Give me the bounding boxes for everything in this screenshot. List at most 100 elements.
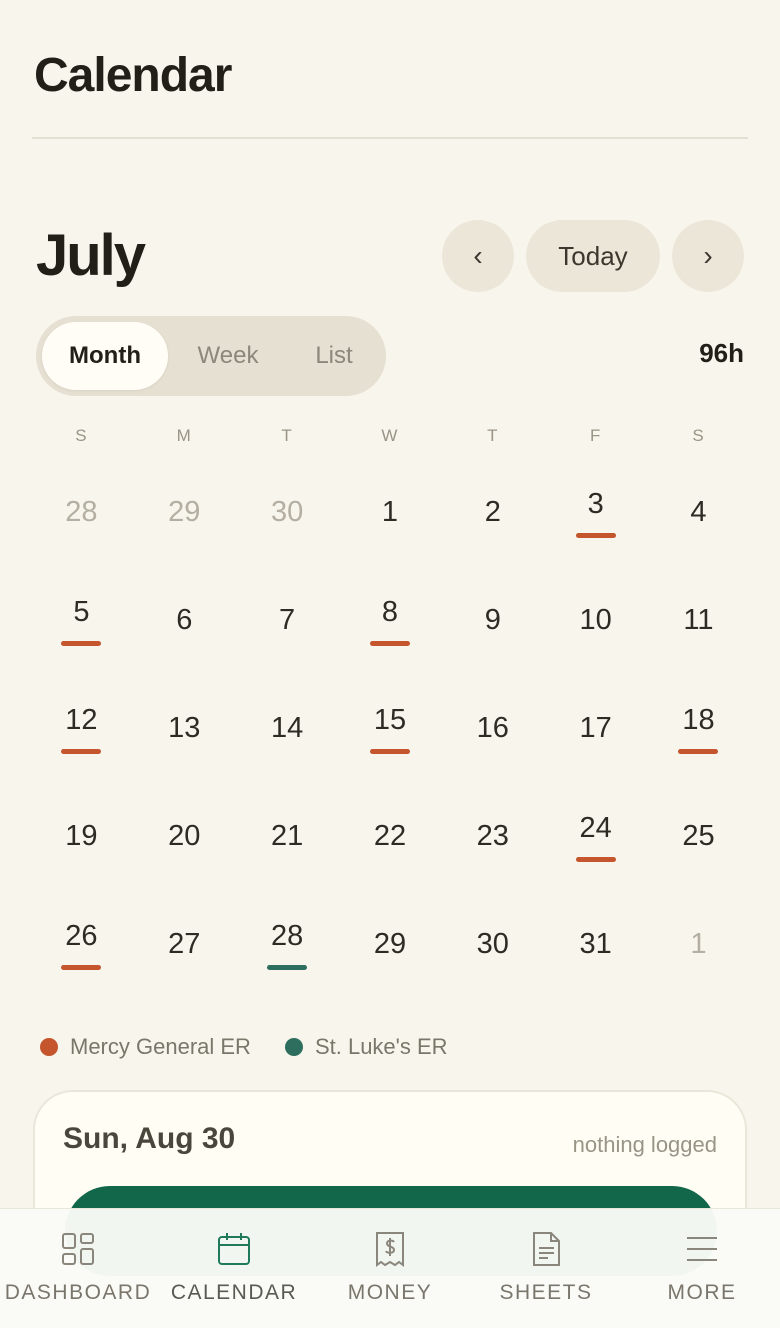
day-number: 6 <box>176 604 193 636</box>
weekday-label: T <box>487 426 499 445</box>
day-number: 28 <box>65 496 98 528</box>
page-title: Calendar <box>34 49 232 102</box>
nav-more[interactable]: MORE <box>624 1209 780 1328</box>
calendar-day[interactable]: 26 <box>30 892 133 1000</box>
calendar-day[interactable]: 28 <box>30 460 133 568</box>
nav-label: DASHBOARD <box>4 1281 152 1304</box>
weekday-label: M <box>176 426 192 445</box>
legend-item-stlukes: St. Luke's ER <box>284 1034 448 1060</box>
view-week-tab[interactable]: Week <box>168 322 288 390</box>
calendar-day[interactable]: 24 <box>544 784 647 892</box>
calendar-day[interactable]: 29 <box>133 460 236 568</box>
calendar-day[interactable]: 3 <box>544 460 647 568</box>
calendar-day[interactable]: 18 <box>647 676 750 784</box>
nav-dashboard[interactable]: DASHBOARD <box>0 1209 156 1328</box>
shift-marker <box>575 857 616 862</box>
calendar-day[interactable]: 29 <box>339 892 442 1000</box>
shift-marker <box>61 749 102 754</box>
calendar-day[interactable]: 30 <box>441 892 544 1000</box>
view-toggle: Month Week List <box>36 316 386 396</box>
day-number: 18 <box>682 704 715 736</box>
bottom-nav: DASHBOARD CALENDAR MONEY SHEETS MORE <box>0 1208 780 1328</box>
day-number: 19 <box>65 820 98 852</box>
nav-label: SHEETS <box>499 1281 593 1304</box>
calendar-day[interactable]: 16 <box>441 676 544 784</box>
week-row: 12 13 14 15 16 17 18 <box>30 676 750 784</box>
shift-marker <box>369 749 410 754</box>
log-status: nothing logged <box>572 1132 717 1157</box>
legend: Mercy General ER St. Luke's ER <box>40 1034 482 1060</box>
dashboard-icon <box>62 1233 94 1265</box>
shift-marker <box>61 641 102 646</box>
view-month-tab[interactable]: Month <box>42 322 168 390</box>
next-month-button[interactable]: › <box>672 220 744 292</box>
day-number: 10 <box>579 604 612 636</box>
day-number: 8 <box>381 596 399 628</box>
legend-dot <box>284 1038 303 1056</box>
calendar-day[interactable]: 25 <box>647 784 750 892</box>
day-number: 23 <box>476 820 509 852</box>
calendar-day[interactable]: 4 <box>647 460 750 568</box>
calendar-day[interactable]: 13 <box>133 676 236 784</box>
calendar-day[interactable]: 11 <box>647 568 750 676</box>
previous-month-button[interactable]: ‹ <box>442 220 514 292</box>
calendar-day[interactable]: 6 <box>133 568 236 676</box>
nav-money[interactable]: MONEY <box>312 1209 468 1328</box>
legend-label: St. Luke's ER <box>314 1034 448 1059</box>
calendar-day[interactable]: 14 <box>236 676 339 784</box>
calendar-day[interactable]: 2 <box>441 460 544 568</box>
day-number: 28 <box>270 920 304 952</box>
calendar-day[interactable]: 19 <box>30 784 133 892</box>
calendar-day[interactable]: 12 <box>30 676 133 784</box>
today-button[interactable]: Today <box>526 220 660 292</box>
weekday-label: F <box>589 426 602 445</box>
weekday-label: T <box>281 426 293 445</box>
calendar-day[interactable]: 15 <box>339 676 442 784</box>
title-divider <box>32 137 748 139</box>
day-number: 17 <box>579 712 612 744</box>
day-number: 3 <box>587 488 604 520</box>
calendar-day[interactable]: 1 <box>339 460 442 568</box>
day-number: 24 <box>579 812 612 844</box>
day-number: 22 <box>373 820 407 852</box>
legend-label: Mercy General ER <box>70 1034 251 1059</box>
day-number: 25 <box>682 820 715 852</box>
calendar-day[interactable]: 8 <box>339 568 442 676</box>
day-number: 1 <box>381 496 399 528</box>
nav-label: CALENDAR <box>170 1281 298 1304</box>
weekday-header: S M T W T F S <box>30 426 750 446</box>
week-row: 5 6 7 8 9 10 11 <box>30 568 750 676</box>
calendar-day[interactable]: 20 <box>133 784 236 892</box>
calendar-day[interactable]: 10 <box>544 568 647 676</box>
legend-dot <box>40 1038 58 1056</box>
day-number: 2 <box>484 496 501 528</box>
nav-sheets[interactable]: SHEETS <box>468 1209 624 1328</box>
day-number: 20 <box>168 820 201 852</box>
calendar-day[interactable]: 5 <box>30 568 133 676</box>
money-icon <box>376 1232 404 1267</box>
day-number: 29 <box>168 496 201 528</box>
week-row: 28 29 30 1 2 3 4 <box>30 460 750 568</box>
calendar-day[interactable]: 7 <box>236 568 339 676</box>
day-number: 12 <box>65 704 98 736</box>
calendar-day[interactable]: 17 <box>544 676 647 784</box>
day-number: 7 <box>279 604 296 636</box>
calendar-day[interactable]: 31 <box>544 892 647 1000</box>
calendar-day[interactable]: 1 <box>647 892 750 1000</box>
calendar-grid: 28 29 30 1 2 3 4 5 6 7 8 9 10 11 12 13 14 15 16 17 18 19 20 21 2… <box>30 460 750 1000</box>
calendar-day[interactable]: 27 <box>133 892 236 1000</box>
shift-marker <box>369 641 410 646</box>
nav-calendar[interactable]: CALENDAR <box>156 1209 312 1328</box>
calendar-day[interactable]: 28 <box>236 892 339 1000</box>
view-list-tab[interactable]: List <box>288 322 380 390</box>
calendar-day[interactable]: 23 <box>441 784 544 892</box>
calendar-day[interactable]: 21 <box>236 784 339 892</box>
calendar-day[interactable]: 30 <box>236 460 339 568</box>
day-number: 31 <box>579 928 612 960</box>
calendar-day[interactable]: 9 <box>441 568 544 676</box>
calendar-day[interactable]: 22 <box>339 784 442 892</box>
day-number: 29 <box>373 928 407 960</box>
shift-marker <box>61 965 102 970</box>
selected-date: Sun, Aug 30 <box>63 1122 236 1155</box>
total-hours: 96h <box>699 338 744 368</box>
